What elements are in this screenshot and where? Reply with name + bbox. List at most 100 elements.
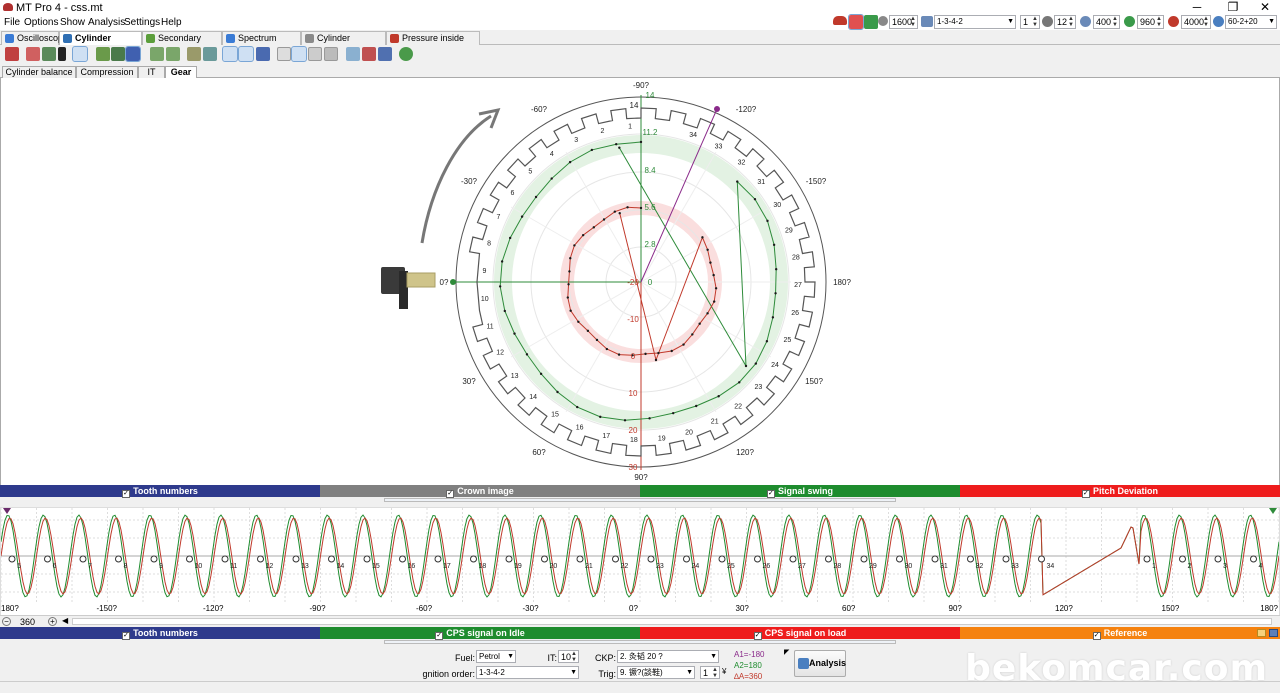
legend-cps-load[interactable]: ✓ CPS signal on load	[640, 627, 960, 640]
ignition-order-select[interactable]: 1-3-4-2 ▼	[476, 666, 579, 679]
move-icon[interactable]	[187, 47, 201, 61]
maximize-button[interactable]: ❐	[1218, 0, 1248, 15]
trig-number-input[interactable]: 1 ▲ ▼	[700, 666, 720, 679]
tooth-number-label: 6	[510, 190, 514, 197]
menu-file[interactable]: File	[4, 17, 20, 28]
tooth-marker	[8, 555, 16, 563]
cylinder-spin-arrows[interactable]: ▲ ▼	[1031, 16, 1039, 28]
splitter-handle-bottom[interactable]	[384, 640, 896, 644]
tab-pressure-inside-cylinder[interactable]: Pressure inside cylinder	[386, 31, 480, 55]
open-folder-icon[interactable]	[1257, 629, 1266, 637]
window-icon[interactable]	[277, 47, 291, 61]
scrollbar-track[interactable]	[72, 618, 1272, 625]
signal-icon[interactable]	[26, 47, 40, 61]
firing-order-select[interactable]: 1-3-4-2 ▼	[934, 15, 1016, 29]
bar-chart-icon[interactable]	[238, 46, 254, 62]
zoom-fit-icon[interactable]	[362, 47, 376, 61]
trig-extra-icon[interactable]: ¥	[722, 667, 726, 676]
marker-icon[interactable]	[72, 46, 88, 62]
menu-show[interactable]: Show	[60, 17, 85, 28]
tab-cylinder-comparison[interactable]: Cylinder comparison	[301, 31, 386, 55]
checkbox-checked[interactable]: ✓	[122, 490, 131, 498]
value-960-spin-arrows[interactable]: ▲ ▼	[1155, 16, 1163, 28]
export-icon[interactable]	[150, 47, 164, 61]
settings-icon[interactable]	[399, 47, 413, 61]
resize-icon[interactable]	[203, 47, 217, 61]
analysis-button[interactable]: Analysis	[794, 650, 846, 677]
layout-single-icon[interactable]	[291, 46, 307, 62]
checkbox-checked[interactable]: ✓	[435, 632, 444, 640]
align-icon[interactable]	[222, 46, 238, 62]
tab-spectrum-analyser[interactable]: Spectrum analyser	[222, 31, 301, 55]
rpm-spin-arrows[interactable]: ▲ ▼	[909, 16, 917, 28]
connect-icon[interactable]	[42, 47, 56, 61]
scroll-left-icon[interactable]: ◀	[62, 616, 68, 625]
ckp-icon[interactable]	[125, 46, 141, 62]
value-4000-spin-arrows[interactable]: ▲ ▼	[1202, 16, 1210, 28]
zoom-out-icon[interactable]: −	[2, 617, 11, 626]
tab-oscilloscope[interactable]: Oscilloscope	[1, 31, 68, 45]
expand-icon[interactable]: ◤	[784, 648, 789, 656]
close-button[interactable]: ✕	[1250, 0, 1280, 15]
checkbox-checked[interactable]: ✓	[1092, 632, 1101, 640]
cylinder-count-input[interactable]: 12 ▲ ▼	[1054, 15, 1076, 29]
tooth-marker	[434, 555, 442, 563]
tooth-icon[interactable]	[111, 47, 125, 61]
record-icon[interactable]	[848, 14, 864, 30]
value-400-input[interactable]: 400 ▲ ▼	[1093, 15, 1120, 29]
legend-reference[interactable]: ✓ Reference	[960, 627, 1280, 640]
tab-secondary-voltage[interactable]: Secondary voltage	[142, 31, 222, 55]
cylinder-count-spin-arrows[interactable]: ▲ ▼	[1067, 16, 1075, 28]
legend-pitch-deviation[interactable]: ✓ Pitch Deviation	[960, 485, 1280, 498]
legend-cps-idle[interactable]: ✓ CPS signal on Idle	[320, 627, 640, 640]
trig-number-spin-arrows[interactable]: ▲ ▼	[711, 667, 719, 679]
legend-signal-swing[interactable]: ✓ Signal swing	[640, 485, 960, 498]
save-icon[interactable]	[1269, 629, 1278, 637]
menu-options[interactable]: Options	[24, 17, 58, 28]
it-input[interactable]: 10 ▲ ▼	[558, 650, 579, 663]
menu-analysis[interactable]: Analysis	[88, 17, 125, 28]
checkbox-checked[interactable]: ✓	[122, 632, 131, 640]
car-icon[interactable]	[833, 16, 847, 25]
engine-icon[interactable]	[864, 15, 878, 29]
trig-select[interactable]: 9. 镢?(談鞋) ▼	[617, 666, 695, 679]
cylinder-input[interactable]: 1 ▲ ▼	[1020, 15, 1040, 29]
bold-icon[interactable]	[58, 47, 66, 61]
checkbox-checked[interactable]: ✓	[766, 490, 775, 498]
histogram-icon[interactable]	[256, 47, 270, 61]
swing-point	[525, 353, 529, 356]
it-spin-arrows[interactable]: ▲ ▼	[570, 651, 578, 663]
copy-icon[interactable]	[346, 47, 360, 61]
layout-compare-icon[interactable]	[324, 47, 338, 61]
value-4000-input[interactable]: 4000 ▲ ▼	[1181, 15, 1211, 29]
checkbox-checked[interactable]: ✓	[1081, 490, 1090, 498]
import-icon[interactable]	[166, 47, 180, 61]
swing-point	[774, 268, 778, 271]
legend-tooth-numbers-bottom[interactable]: ✓ Tooth numbers	[0, 627, 320, 640]
splitter-handle-top[interactable]	[384, 498, 896, 502]
app-icon	[3, 3, 13, 11]
subtab-it[interactable]: IT	[138, 66, 165, 78]
subtab-compression[interactable]: Compression	[76, 66, 138, 78]
menu-help[interactable]: Help	[161, 17, 182, 28]
rpm-input[interactable]: 1600 ▲ ▼	[889, 15, 918, 29]
checkbox-checked[interactable]: ✓	[753, 632, 762, 640]
tab-cylinder-balance[interactable]: Cylinder balance	[59, 31, 142, 55]
zoom-in-icon[interactable]: +	[48, 617, 57, 626]
layout-split-icon[interactable]	[308, 47, 322, 61]
legend-tooth-numbers[interactable]: ✓ Tooth numbers	[0, 485, 320, 498]
minimize-button[interactable]: ─	[1182, 0, 1212, 15]
value-960-input[interactable]: 960 ▲ ▼	[1137, 15, 1164, 29]
ckp-select[interactable]: 2. 灸韬 20 ? ▼	[617, 650, 719, 663]
checkbox-checked[interactable]: ✓	[446, 490, 455, 498]
value-400-spin-arrows[interactable]: ▲ ▼	[1111, 16, 1119, 28]
wheel-type-select[interactable]: 60-2+20 ▼	[1225, 15, 1277, 29]
subtab-gear[interactable]: Gear	[165, 66, 197, 78]
gear-tool-icon[interactable]	[96, 47, 110, 61]
zoom-region-icon[interactable]	[378, 47, 392, 61]
fuel-select[interactable]: Petrol ▼	[476, 650, 516, 663]
delete-icon[interactable]	[5, 47, 19, 61]
legend-crown-image[interactable]: ✓ Crown image	[320, 485, 640, 498]
subtab-cylinder-balance[interactable]: Cylinder balance	[2, 66, 76, 78]
menu-settings[interactable]: Settings	[124, 17, 160, 28]
